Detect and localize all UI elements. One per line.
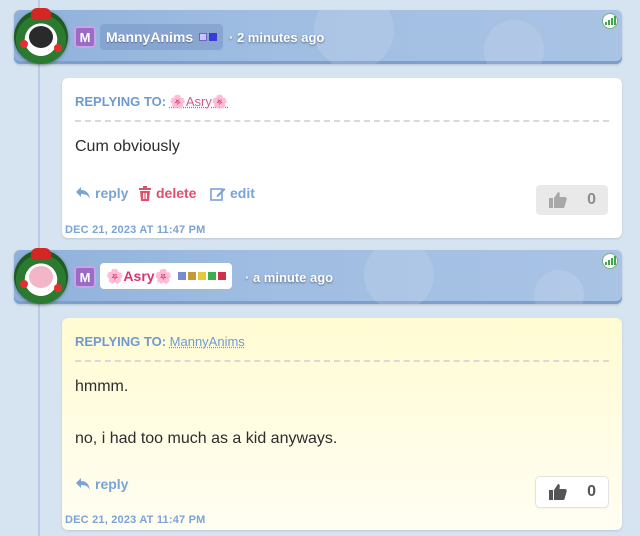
username[interactable]: 🌸Asry🌸 bbox=[100, 263, 232, 289]
reply-button[interactable]: reply bbox=[75, 476, 128, 492]
delete-button[interactable]: delete bbox=[138, 185, 196, 201]
replying-label: REPLYING TO: bbox=[75, 94, 167, 109]
like-button[interactable]: 0 bbox=[536, 477, 608, 507]
time-ago: · a minute ago bbox=[245, 270, 334, 285]
rank-badge: M bbox=[74, 26, 96, 48]
reply-button[interactable]: reply bbox=[75, 185, 128, 201]
rank-badge: M bbox=[74, 266, 96, 288]
replying-to-user[interactable]: 🌸Asry🌸 bbox=[170, 94, 228, 109]
edit-button[interactable]: edit bbox=[210, 185, 255, 201]
timestamp: DEC 21, 2023 AT 11:47 PM bbox=[65, 224, 206, 236]
thumbs-up-icon bbox=[549, 192, 567, 208]
divider bbox=[75, 120, 609, 122]
timestamp: DEC 21, 2023 AT 11:47 PM bbox=[65, 514, 206, 526]
reply-label: reply bbox=[95, 476, 129, 492]
reply-arrow-icon bbox=[76, 187, 90, 199]
avatar[interactable] bbox=[14, 8, 68, 64]
comment-text-line: no, i had too much as a kid anyways. bbox=[75, 430, 338, 447]
like-button[interactable]: 0 bbox=[536, 185, 608, 215]
comment-card: REPLYING TO: MannyAnims hmmm. no, i had … bbox=[62, 318, 622, 530]
color-squares bbox=[199, 33, 218, 41]
like-count: 0 bbox=[587, 483, 596, 500]
comment-card: REPLYING TO: 🌸Asry🌸 Cum obviously reply … bbox=[62, 78, 622, 238]
replying-to: REPLYING TO: 🌸Asry🌸 bbox=[75, 94, 228, 110]
username-text: MannyAnims bbox=[106, 29, 194, 45]
divider bbox=[75, 360, 609, 362]
delete-label: delete bbox=[156, 185, 197, 201]
signal-bars-icon bbox=[602, 253, 618, 269]
comment-text-line: hmmm. bbox=[75, 378, 129, 395]
thumbs-up-icon bbox=[549, 484, 567, 500]
replying-to: REPLYING TO: MannyAnims bbox=[75, 334, 245, 349]
username[interactable]: MannyAnims bbox=[100, 24, 224, 50]
color-squares bbox=[178, 272, 226, 280]
pencil-edit-icon bbox=[210, 187, 226, 201]
reply-label: reply bbox=[95, 185, 129, 201]
edit-label: edit bbox=[230, 185, 255, 201]
time-ago: · 2 minutes ago bbox=[229, 30, 325, 45]
reply-arrow-icon bbox=[76, 478, 90, 490]
signal-bars-icon bbox=[602, 13, 618, 29]
like-count: 0 bbox=[587, 191, 596, 208]
comment-text: Cum obviously bbox=[75, 138, 180, 155]
avatar[interactable] bbox=[14, 248, 68, 304]
replying-to-user[interactable]: MannyAnims bbox=[170, 334, 245, 349]
replying-label: REPLYING TO: bbox=[75, 334, 167, 349]
username-text: 🌸Asry🌸 bbox=[106, 267, 172, 284]
trash-icon bbox=[139, 185, 151, 201]
